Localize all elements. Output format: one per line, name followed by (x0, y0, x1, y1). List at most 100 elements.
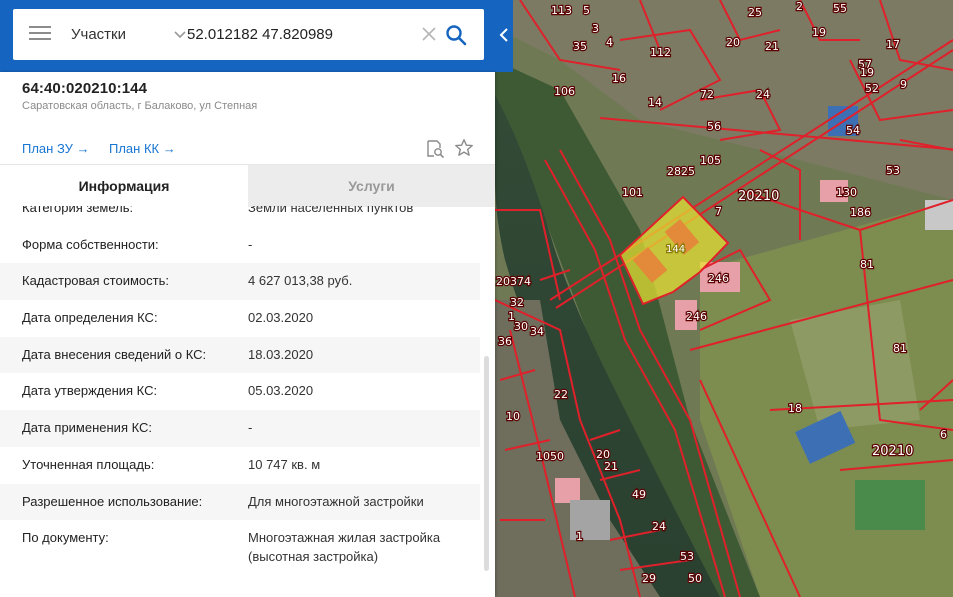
info-row-label: Дата применения КС: (22, 420, 153, 436)
map-label: 1050 (536, 450, 564, 463)
map-label: 16 (612, 72, 626, 85)
info-row: Дата определения КС: 02.03.2020 (0, 300, 480, 337)
star-icon[interactable] (454, 138, 474, 158)
info-row-label: Категория земель: (22, 206, 134, 215)
top-bar: Участки (0, 0, 513, 72)
map-label: 32 (510, 296, 524, 309)
map-label: 101 (622, 186, 643, 199)
info-row-value: 02.03.2020 (248, 310, 314, 326)
map-label: 20374 (496, 275, 531, 288)
info-row-value: 10 747 кв. м (248, 456, 321, 472)
info-row: Форма собственности: - (0, 227, 480, 264)
info-row: Кадастровая стоимость: 4 627 013,38 руб. (0, 263, 480, 301)
map-label: 9 (900, 78, 907, 91)
info-row-label: Дата внесения сведений о КС: (22, 346, 207, 362)
info-row-value: 05.03.2020 (248, 383, 314, 399)
zoom-to-parcel-icon[interactable] (425, 139, 445, 159)
info-row-value: 4 627 013,38 руб. (248, 273, 353, 289)
chevron-left-icon (499, 28, 508, 42)
map-label: 54 (846, 124, 860, 137)
info-row: Дата утверждения КС: 05.03.2020 (0, 373, 480, 410)
tab-services[interactable]: Услуги (248, 165, 495, 207)
map-label: 81 (860, 258, 874, 271)
info-row-value: - (248, 236, 253, 252)
highlighted-parcel-label: 144 (666, 244, 685, 255)
parcel-address: Саратовская область, г Балаково, ул Степ… (22, 100, 258, 112)
map-label: 34 (530, 325, 544, 338)
search-box: Участки (13, 9, 484, 60)
map-label: 30 (514, 320, 528, 333)
info-row: Дата применения КС: - (0, 410, 480, 447)
info-row-label: Форма собственности: (22, 236, 159, 252)
arrow-right-icon: → (162, 141, 176, 156)
menu-icon[interactable] (29, 26, 51, 44)
info-row-label: Кадастровая стоимость: (22, 273, 169, 289)
map-label: 10 (506, 410, 520, 423)
map-label: 20210 (738, 189, 779, 204)
search-input[interactable] (187, 9, 417, 60)
map-label: 49 (632, 488, 646, 501)
map-label: 53 (680, 550, 694, 563)
info-row-label: Дата утверждения КС: (22, 383, 158, 399)
map-label: 106 (554, 85, 575, 98)
map-label: 22 (554, 388, 568, 401)
info-row: Разрешенное использование: Для многоэтаж… (0, 483, 480, 521)
collapse-panel-button[interactable] (495, 16, 513, 54)
map-label: 56 (707, 120, 721, 133)
map-label: 24 (652, 520, 666, 533)
info-row-value: Многоэтажная жилая застройка (высотная з… (248, 530, 441, 565)
map-label: 14 (648, 96, 662, 109)
map-label: 1 (576, 530, 583, 543)
info-row-value: Земли населенных пунктов (248, 206, 414, 215)
map-label: 113 (551, 4, 572, 17)
menu-icon-line (29, 26, 51, 28)
map-label: 2 (796, 0, 803, 13)
close-icon[interactable] (421, 26, 437, 42)
map-label: 20 (726, 36, 740, 49)
plan-kk-link[interactable]: План КК → (109, 141, 176, 156)
map-label: 4 (606, 36, 613, 49)
map-label: 5 (583, 4, 590, 17)
info-row-label: Дата определения КС: (22, 310, 158, 326)
parcel-header: 64:40:020210:144 Саратовская область, г … (22, 80, 257, 112)
map-label: 35 (573, 40, 587, 53)
plan-zu-link[interactable]: План ЗУ → (22, 141, 90, 156)
map-label: 1 (508, 310, 515, 323)
layer-select[interactable]: Участки (71, 9, 187, 60)
map-label: 18 (788, 402, 802, 415)
map-label: 130 (836, 186, 857, 199)
parcel-number: 64:40:020210:144 (22, 80, 148, 97)
map-label: 21 (765, 40, 779, 53)
map-pitch (855, 480, 925, 530)
map-label: 24 (756, 88, 770, 101)
info-row: Категория земель: Земли населенных пункт… (0, 206, 480, 227)
arrow-right-icon: → (76, 141, 90, 156)
map-label: 2825 (667, 165, 695, 178)
scrollbar-thumb[interactable] (484, 356, 489, 571)
chevron-down-icon (174, 31, 186, 39)
info-list[interactable]: Категория земель: Земли населенных пункт… (0, 206, 495, 597)
tab-bar: Информация Услуги (0, 164, 495, 207)
map-label: 105 (700, 154, 721, 167)
info-row-value: Для многоэтажной застройки (248, 493, 424, 509)
search-icon[interactable] (445, 24, 467, 46)
map-label: 29 (642, 572, 656, 585)
map-label: 20210 (872, 444, 913, 459)
map-label: 25 (748, 6, 762, 19)
info-row-value: - (248, 420, 253, 436)
map-label: 19 (812, 26, 826, 39)
map-label: 19 (860, 66, 874, 79)
info-row-value: 18.03.2020 (248, 346, 314, 362)
info-row: Уточненная площадь: 10 747 кв. м (0, 447, 480, 484)
map-label: 3 (592, 22, 599, 35)
map-label: 36 (498, 335, 512, 348)
tab-information[interactable]: Информация (0, 165, 248, 207)
menu-icon-line (29, 32, 51, 34)
map-label: 7 (715, 205, 722, 218)
layer-select-label: Участки (71, 26, 126, 43)
map-label: 53 (886, 164, 900, 177)
map-label: 246 (708, 272, 729, 285)
map-label: 246 (686, 310, 707, 323)
map-label: 72 (700, 88, 714, 101)
plan-zu-label: План ЗУ (22, 141, 73, 156)
